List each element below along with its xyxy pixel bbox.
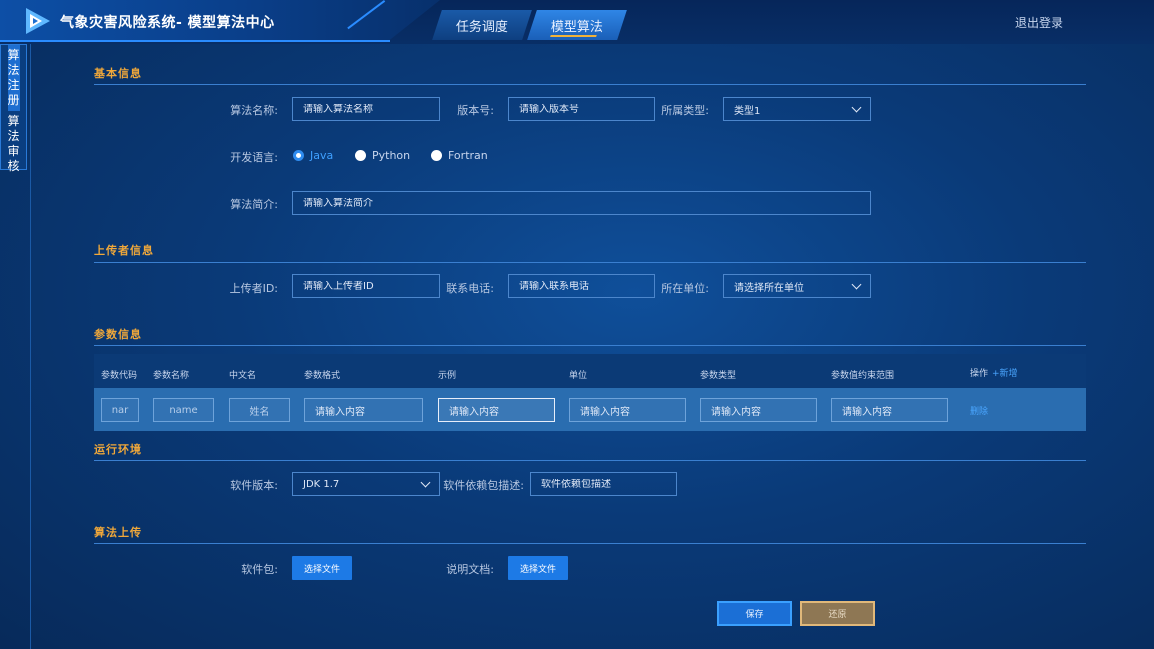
param-range-input[interactable]: 请输入内容 [831,398,948,422]
type-select-value: 类型1 [734,105,761,117]
section-divider [94,345,1086,346]
intro-field[interactable] [292,191,871,215]
section-divider [94,543,1086,544]
radio-label: Java [310,149,334,162]
col-header-range: 参数值约束范围 [831,371,895,381]
section-title-basic: 基本信息 [94,67,142,80]
restore-button[interactable]: 还原 [800,601,875,626]
ops-label: 操作 [970,369,989,379]
section-title-runtime: 运行环境 [94,443,142,456]
param-cn-name-input[interactable]: 姓名 [229,398,290,422]
chevron-down-icon [851,279,862,289]
tab-label: 模型算法 [550,19,603,35]
param-type-input[interactable]: 请输入内容 [700,398,817,422]
col-header-format: 参数格式 [304,371,341,381]
tab-label: 任务调度 [455,19,508,35]
radio-label: Python [372,149,411,162]
tab-model-algorithm[interactable]: 模型算法 [527,10,627,40]
doc-label: 说明文档: [446,563,494,576]
table-row: nar name 姓名 请输入内容 请输入内容 请输入内容 请输入内容 请输入内… [94,388,1086,431]
col-header-unit: 单位 [569,371,588,381]
algorithm-name-field[interactable] [292,97,440,121]
tab-task-scheduling[interactable]: 任务调度 [432,10,532,40]
section-divider [94,460,1086,461]
uploader-id-input[interactable] [303,280,429,292]
org-select-value: 请选择所在单位 [734,282,804,294]
radio-dot-icon [355,150,366,161]
col-header-example: 示例 [438,371,457,381]
version-label: 版本号: [457,104,494,117]
radio-java[interactable]: Java [293,149,333,162]
algorithm-name-label: 算法名称: [230,104,278,117]
param-code-input[interactable]: nar [101,398,139,422]
uploader-id-field[interactable] [292,274,440,298]
logout-link[interactable]: 退出登录 [1015,14,1063,31]
uploader-id-label: 上传者ID: [229,282,278,295]
add-param-link[interactable]: +新增 [992,369,1018,379]
phone-field[interactable] [508,274,655,298]
param-example-input[interactable]: 请输入内容 [438,398,555,422]
software-version-select[interactable]: JDK 1.7 [292,472,440,496]
sidebar-divider [30,44,31,649]
col-header-code: 参数代码 [101,371,138,381]
version-input[interactable] [519,103,644,115]
type-label: 所属类型: [661,104,709,117]
delete-param-link[interactable]: 删除 [970,404,988,417]
col-header-cn-name: 中文名 [229,371,257,381]
algorithm-name-input[interactable] [303,103,429,115]
choose-doc-button[interactable]: 选择文件 [508,556,568,580]
section-title-params: 参数信息 [94,328,142,341]
deps-input[interactable] [541,478,666,490]
section-title-upload: 算法上传 [94,526,142,539]
phone-input[interactable] [519,280,644,292]
section-divider [94,262,1086,263]
section-title-uploader: 上传者信息 [94,244,154,257]
section-divider [94,84,1086,85]
sidebar: 算法注册 算法审核 [0,44,27,173]
radio-label: Fortran [448,149,488,162]
deps-label: 软件依赖包描述: [443,479,524,492]
type-select[interactable]: 类型1 [723,97,871,121]
version-field[interactable] [508,97,655,121]
param-format-input[interactable]: 请输入内容 [304,398,423,422]
radio-dot-icon [293,150,304,161]
col-header-type: 参数类型 [700,371,737,381]
dev-language-label: 开发语言: [230,151,278,164]
software-version-value: JDK 1.7 [303,478,340,490]
deps-field[interactable] [530,472,677,496]
param-unit-input[interactable]: 请输入内容 [569,398,686,422]
app-title: 气象灾害风险系统- 模型算法中心 [60,15,275,31]
radio-dot-icon [431,150,442,161]
sidebar-item-review[interactable]: 算法审核 [8,111,20,177]
radio-python[interactable]: Python [355,149,410,162]
col-header-ops: 操作 +新增 [970,366,1018,379]
software-version-label: 软件版本: [230,479,278,492]
chevron-down-icon [420,477,431,487]
chevron-down-icon [851,102,862,112]
package-label: 软件包: [241,563,278,576]
phone-label: 联系电话: [446,282,494,295]
param-name-input[interactable]: name [153,398,214,422]
intro-label: 算法简介: [230,198,278,211]
org-label: 所在单位: [661,282,709,295]
radio-fortran[interactable]: Fortran [431,149,488,162]
col-header-name: 参数名称 [153,371,190,381]
choose-package-button[interactable]: 选择文件 [292,556,352,580]
intro-input[interactable] [303,197,860,209]
sidebar-item-register[interactable]: 算法注册 [7,45,20,111]
play-logo-icon [26,8,50,34]
save-button[interactable]: 保存 [717,601,792,626]
header-accent-line [0,40,390,42]
org-select[interactable]: 请选择所在单位 [723,274,871,298]
params-table-header: 参数代码 参数名称 中文名 参数格式 示例 单位 参数类型 参数值约束范围 操作… [94,354,1086,388]
